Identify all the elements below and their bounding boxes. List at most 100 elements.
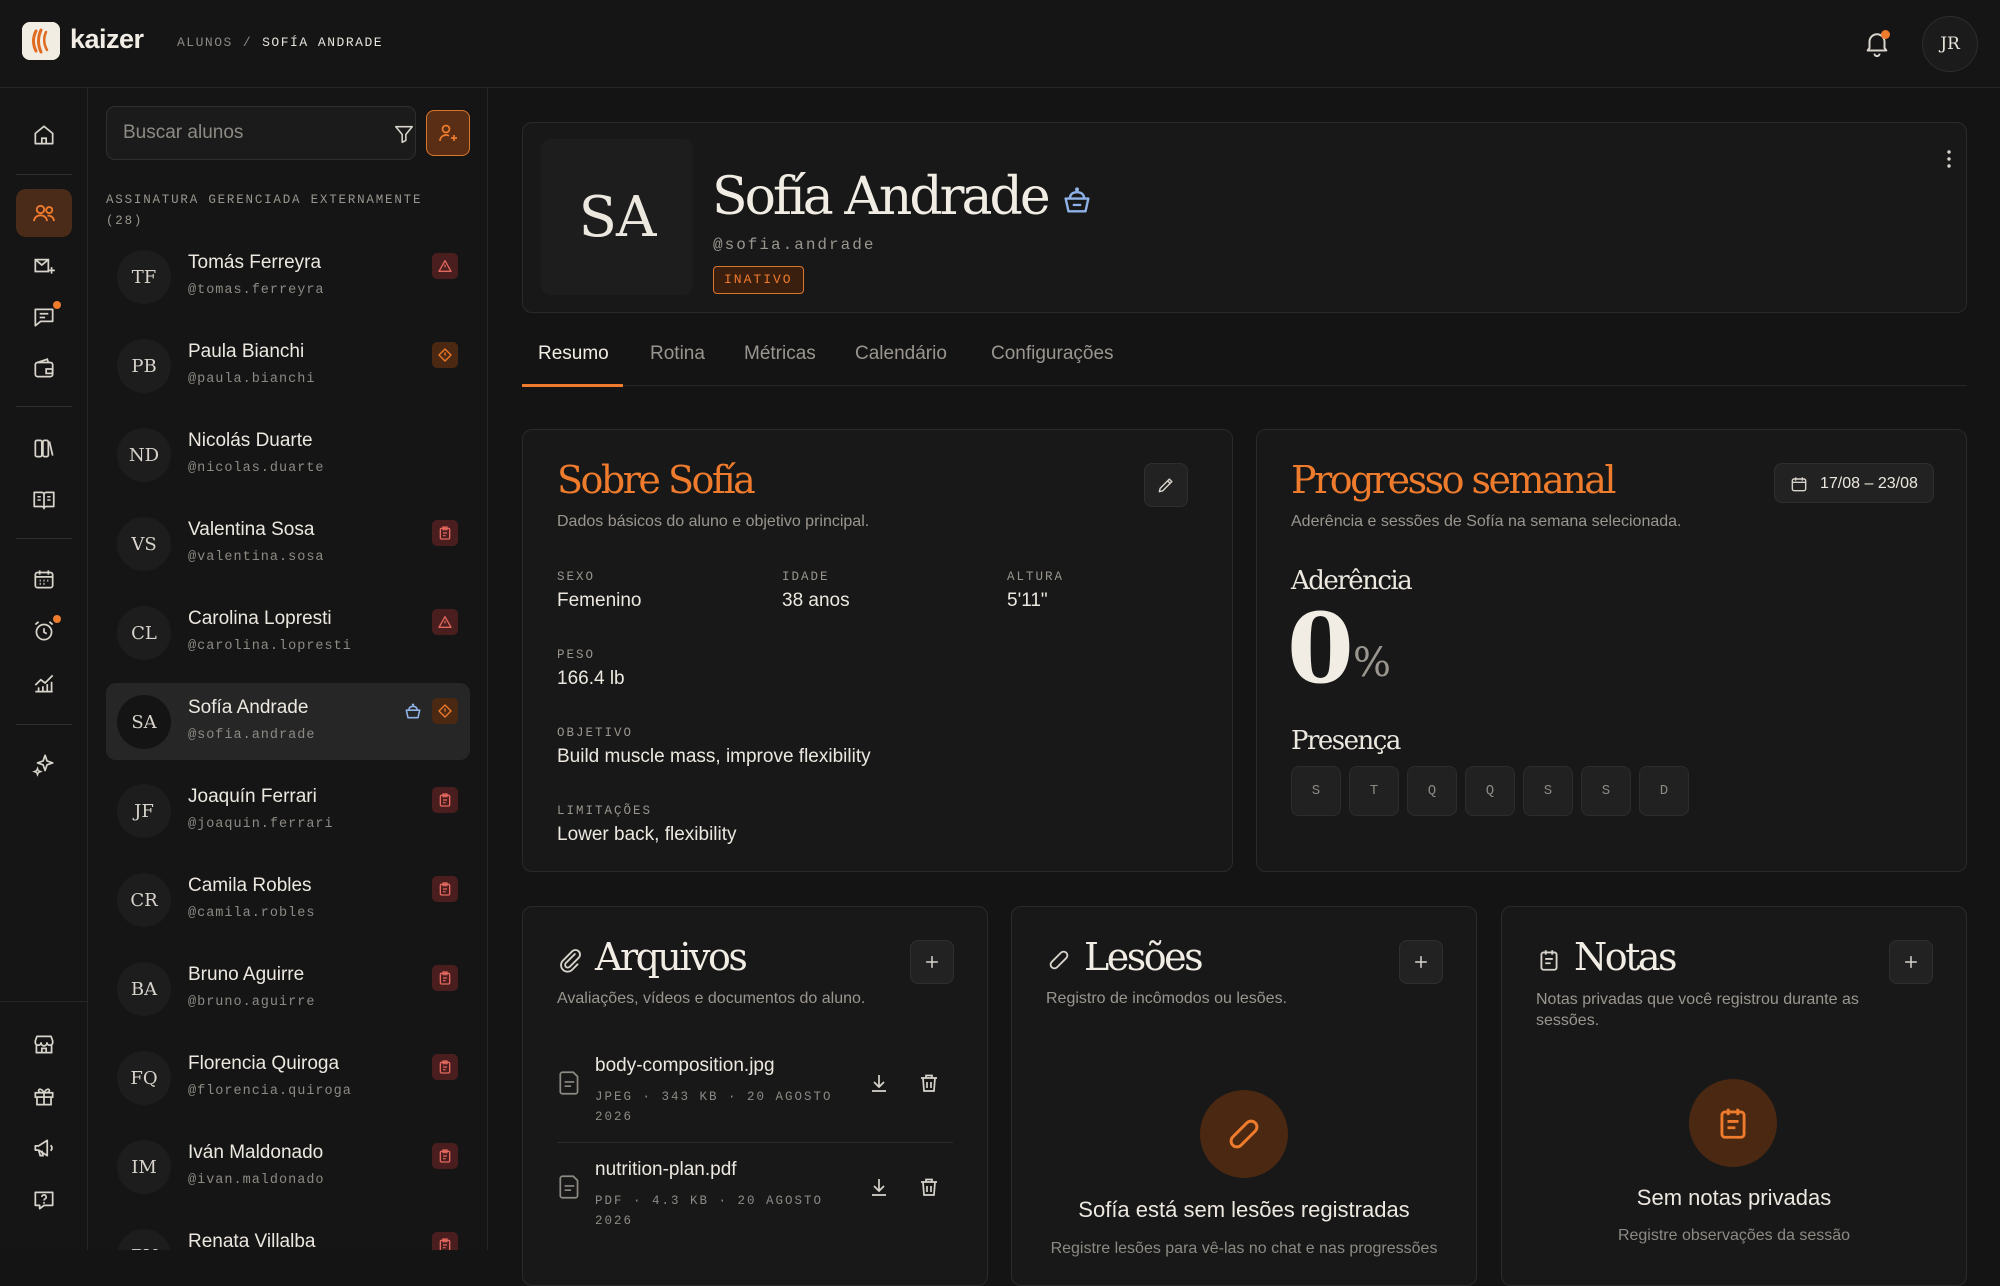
notes-card: Notas Notas privadas que você registrou … — [1501, 906, 1967, 1286]
empty-injuries-icon — [1200, 1090, 1288, 1178]
breadcrumb-parent[interactable]: ALUNOS — [177, 35, 233, 50]
rail-inbox[interactable] — [16, 241, 72, 289]
student-row[interactable]: PB Paula Bianchi @paula.bianchi — [106, 327, 470, 404]
add-note-button[interactable] — [1889, 940, 1933, 984]
student-row[interactable]: RV Renata Villalba — [106, 1217, 470, 1250]
clipboard-icon[interactable] — [432, 876, 458, 902]
rail-analytics[interactable] — [16, 659, 72, 707]
search-input[interactable] — [123, 107, 363, 159]
rail-store[interactable] — [16, 1020, 72, 1068]
age-value: 38 anos — [782, 590, 850, 611]
warning-icon[interactable] — [432, 253, 458, 279]
tab-calendario[interactable]: Calendário — [839, 326, 963, 386]
filter-button[interactable] — [393, 123, 415, 145]
clipboard-icon[interactable] — [432, 1054, 458, 1080]
file-name[interactable]: body-composition.jpg — [595, 1055, 775, 1077]
presence-day: S — [1581, 766, 1631, 816]
tab-configuracoes[interactable]: Configurações — [975, 326, 1130, 386]
file-name[interactable]: nutrition-plan.pdf — [595, 1159, 737, 1181]
list-section-title: ASSINATURA GERENCIADA EXTERNAMENTE (28) — [106, 193, 423, 228]
tab-rotina[interactable]: Rotina — [634, 326, 721, 386]
rail-wallet[interactable] — [16, 345, 72, 393]
rail-book[interactable] — [16, 476, 72, 524]
clipboard-icon[interactable] — [432, 520, 458, 546]
rail-home[interactable] — [16, 111, 72, 159]
plus-icon — [926, 956, 938, 968]
file-icon — [557, 1173, 583, 1201]
student-row[interactable]: ND Nicolás Duarte @nicolas.duarte — [106, 416, 470, 493]
empty-notes-subtitle: Registre observações da sessão — [1617, 1227, 1851, 1244]
download-button[interactable] — [867, 1071, 891, 1095]
pencil-icon — [1158, 478, 1173, 493]
student-handle: @camila.robles — [188, 906, 316, 921]
alert-icon[interactable] — [432, 698, 458, 724]
about-card: Sobre Sofía Dados básicos do aluno e obj… — [522, 429, 1233, 872]
notifications-button[interactable] — [1862, 28, 1892, 58]
warning-icon[interactable] — [432, 609, 458, 635]
profile-handle: @sofia.andrade — [713, 236, 876, 254]
student-handle: @paula.bianchi — [188, 372, 316, 387]
student-name: Valentina Sosa — [188, 519, 315, 540]
student-row[interactable]: CR Camila Robles @camila.robles — [106, 861, 470, 938]
clipboard-icon[interactable] — [432, 1143, 458, 1169]
calendar-icon — [34, 570, 54, 589]
rail-students[interactable] — [16, 189, 72, 237]
delete-button[interactable] — [917, 1071, 941, 1095]
breadcrumb-separator: / — [242, 35, 253, 50]
clipboard-icon[interactable] — [432, 1232, 458, 1250]
about-subtitle: Dados básicos do aluno e objetivo princi… — [557, 513, 870, 530]
rail-ai[interactable] — [16, 740, 72, 788]
tab-resumo[interactable]: Resumo — [522, 326, 623, 387]
student-avatar: ND — [117, 428, 171, 482]
goal-label: OBJETIVO — [557, 726, 634, 740]
student-row[interactable]: FQ Florencia Quiroga @florencia.quiroga — [106, 1039, 470, 1116]
rail-announcements[interactable] — [16, 1124, 72, 1172]
files-title: Arquivos — [595, 935, 748, 979]
bandage-icon — [1046, 947, 1072, 973]
inbox-icon — [34, 258, 55, 274]
student-row[interactable]: SA Sofía Andrade @sofia.andrade — [106, 683, 470, 760]
rail-library[interactable] — [16, 424, 72, 472]
clipboard-icon[interactable] — [432, 965, 458, 991]
logo[interactable] — [22, 22, 60, 60]
file-row[interactable]: body-composition.jpg JPEG · 343 KB · 20 … — [557, 1039, 953, 1143]
notes-title: Notas — [1574, 935, 1678, 979]
file-row[interactable]: nutrition-plan.pdf PDF · 4.3 KB · 20 AGO… — [557, 1143, 953, 1247]
more-options-button[interactable] — [1941, 147, 1957, 171]
student-list-panel: ASSINATURA GERENCIADA EXTERNAMENTE (28) … — [88, 88, 488, 1250]
edit-about-button[interactable] — [1144, 463, 1188, 507]
student-row[interactable]: BA Bruno Aguirre @bruno.aguirre — [106, 950, 470, 1027]
rail-calendar[interactable] — [16, 555, 72, 603]
megaphone-icon — [34, 1139, 53, 1157]
alarm-dot — [53, 615, 61, 623]
clipboard-icon[interactable] — [432, 787, 458, 813]
injuries-card: Lesões Registro de incômodos ou lesões. … — [1011, 906, 1477, 1286]
rail-chat[interactable] — [16, 293, 72, 341]
add-student-button[interactable] — [426, 110, 470, 156]
search-box — [106, 106, 416, 160]
student-row[interactable]: TF Tomás Ferreyra @tomas.ferreyra — [106, 238, 470, 315]
download-button[interactable] — [867, 1175, 891, 1199]
date-range-picker[interactable]: 17/08 – 23/08 — [1774, 463, 1934, 503]
student-avatar: CR — [117, 873, 171, 927]
add-injury-button[interactable] — [1399, 940, 1443, 984]
delete-button[interactable] — [917, 1175, 941, 1199]
tab-metricas[interactable]: Métricas — [728, 326, 832, 386]
student-row[interactable]: IM Iván Maldonado @ivan.maldonado — [106, 1128, 470, 1205]
rail-gift[interactable] — [16, 1072, 72, 1120]
rail-help[interactable] — [16, 1176, 72, 1224]
nav-rail — [0, 88, 88, 1250]
add-file-button[interactable] — [910, 940, 954, 984]
student-row[interactable]: CL Carolina Lopresti @carolina.lopresti — [106, 594, 470, 671]
student-avatar: JF — [117, 784, 171, 838]
student-row[interactable]: JF Joaquín Ferrari @joaquin.ferrari — [106, 772, 470, 849]
adherence-unit: % — [1353, 640, 1392, 686]
limits-label: LIMITAÇÕES — [557, 804, 653, 818]
height-label: ALTURA — [1007, 570, 1065, 584]
rail-alarm[interactable] — [16, 607, 72, 655]
student-row[interactable]: VS Valentina Sosa @valentina.sosa — [106, 505, 470, 582]
user-avatar[interactable]: JR — [1922, 16, 1978, 72]
student-handle: @sofia.andrade — [188, 728, 316, 743]
library-icon — [34, 439, 54, 458]
alert-icon[interactable] — [432, 342, 458, 368]
